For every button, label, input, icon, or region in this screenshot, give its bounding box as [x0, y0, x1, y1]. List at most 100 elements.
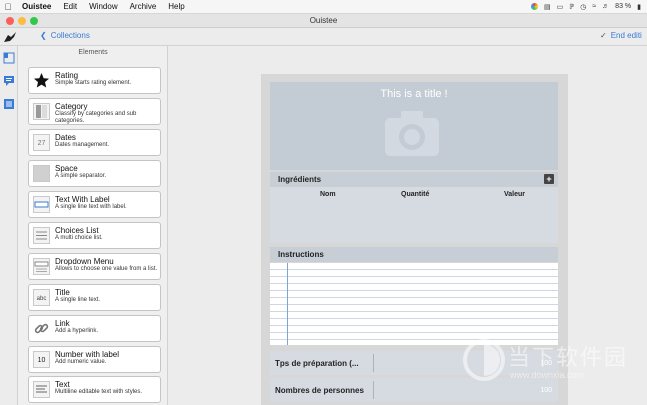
element-name: Text With Label [55, 195, 110, 204]
element-desc: A single line text with label. [55, 204, 127, 210]
category-icon [33, 103, 50, 120]
element-desc: Add a hyperlink. [55, 328, 99, 334]
apple-menu-icon[interactable]:  [0, 2, 16, 12]
close-window-button[interactable] [6, 17, 14, 25]
ouistee-logo-icon [3, 30, 17, 44]
rich-text-icon [33, 381, 50, 398]
element-choices-list[interactable]: Choices List A multi choice list. [28, 222, 161, 249]
element-name: Text [55, 380, 70, 389]
minimize-window-button[interactable] [18, 17, 26, 25]
volume-icon[interactable]: ♬ [602, 3, 609, 10]
column-header-quantite: Quantité [401, 191, 430, 198]
field-separator [373, 354, 374, 372]
camera-icon[interactable] [383, 108, 441, 160]
back-to-collections-button[interactable]: ❮ Collections [40, 31, 90, 40]
calendar-icon: 27 [33, 134, 50, 151]
menu-archive[interactable]: Archive [124, 2, 163, 11]
element-desc: Classify by categories and sub categorie… [55, 111, 137, 124]
element-number-with-label[interactable]: 10 Number with label Add numeric value. [28, 346, 161, 373]
window-titlebar: Ouistee [0, 14, 647, 28]
element-space[interactable]: Space A simple separator. [28, 160, 161, 187]
element-dropdown-menu[interactable]: Dropdown Menu Allows to choose one value… [28, 253, 161, 280]
link-icon [33, 320, 50, 337]
end-editing-button[interactable]: ✓ End editi [600, 31, 642, 40]
ingredients-table[interactable]: Nom Quantité Valeur [270, 187, 558, 243]
battery-icon[interactable]: ▮ [637, 3, 641, 11]
airplay-icon[interactable]: ▭ [557, 3, 564, 11]
checkmark-icon: ✓ [600, 31, 607, 40]
column-header-valeur: Valeur [504, 191, 526, 198]
left-icon-rail [0, 46, 18, 405]
field-label: Nombres de personnes [275, 386, 364, 395]
notes-margin-line [287, 263, 288, 345]
element-link[interactable]: Link Add a hyperlink. [28, 315, 161, 342]
element-desc: Multiline editable text with styles. [55, 389, 143, 395]
wifi-icon[interactable]: ≈ [592, 3, 596, 10]
watermark: 当下软件园 www.downxia.com [462, 338, 632, 388]
field-value[interactable]: 100 [540, 387, 552, 394]
watermark-logo-icon [463, 339, 505, 381]
watermark-url: www.downxia.com [510, 370, 585, 380]
element-desc: A single line text. [55, 297, 101, 303]
element-desc: Add numeric value. [55, 359, 107, 365]
field-label: Tps de préparation (... [275, 359, 359, 368]
element-desc: Simple starts rating element. [55, 80, 132, 86]
element-desc: A simple separator. [55, 173, 107, 179]
element-rating[interactable]: Rating Simple starts rating element. [28, 67, 161, 94]
status-area: ▤ ▭ ℙ ◷ ≈ ♬ 83 % ▮ [531, 3, 647, 11]
element-name: Dropdown Menu [55, 257, 114, 266]
element-title[interactable]: abc Title A single line text. [28, 284, 161, 311]
element-desc: A multi choice list. [55, 235, 103, 241]
bluetooth-icon[interactable]: ℙ [569, 3, 574, 11]
chevron-left-icon: ❮ [40, 31, 47, 40]
element-category[interactable]: Category Classify by categories and sub … [28, 98, 161, 125]
watermark-text: 当下软件园 [508, 346, 629, 371]
window-title: Ouistee [309, 16, 338, 25]
panel-title: Elements [78, 49, 108, 56]
element-name: Number with label [55, 350, 120, 359]
title-icon: abc [33, 289, 50, 306]
end-edit-label: End editi [610, 31, 642, 40]
element-name: Category [55, 102, 88, 111]
element-text-with-label[interactable]: Text With Label A single line text with … [28, 191, 161, 218]
field-separator [373, 381, 374, 399]
comment-tab-icon[interactable] [3, 74, 15, 86]
elements-panel: Elements Rating Simple starts rating ele… [18, 46, 168, 405]
menu-help[interactable]: Help [162, 2, 190, 11]
clock-icon[interactable]: ◷ [580, 3, 586, 11]
element-desc: Allows to choose one value from a list. [55, 266, 158, 272]
ingredients-header: Ingrédients + [270, 172, 558, 187]
menu-edit[interactable]: Edit [57, 2, 83, 11]
element-name: Rating [55, 71, 79, 80]
separator-icon [33, 165, 50, 182]
element-name: Title [55, 288, 70, 297]
element-name: Dates [55, 133, 76, 142]
back-label: Collections [50, 31, 90, 40]
layout-tab-icon[interactable] [3, 52, 15, 64]
element-name: Link [55, 319, 70, 328]
ingredients-title: Ingrédients [278, 175, 322, 184]
star-icon [33, 72, 50, 89]
number-stepper-icon: 10 [33, 351, 50, 368]
title-image-block[interactable]: This is a title ! [270, 82, 558, 170]
list-tab-icon[interactable] [3, 98, 15, 110]
choices-list-icon [33, 227, 50, 244]
dropdown-icon [33, 258, 50, 275]
document-title[interactable]: This is a title ! [270, 88, 558, 100]
instructions-textarea[interactable] [270, 263, 558, 345]
color-wheel-icon[interactable] [531, 3, 539, 10]
docs-icon[interactable]: ▤ [544, 3, 551, 11]
toolbar: ❮ Collections ✓ End editi [0, 28, 647, 46]
battery-percent: 83 % [615, 3, 632, 10]
menu-bar:  Ouistee Edit Window Archive Help ▤ ▭ ℙ… [0, 0, 647, 14]
element-name: Space [55, 164, 78, 173]
element-name: Choices List [55, 226, 99, 235]
text-field-icon [33, 196, 50, 213]
element-text[interactable]: Text Multiline editable text with styles… [28, 376, 161, 403]
menu-app[interactable]: Ouistee [16, 2, 57, 11]
element-dates[interactable]: 27 Dates Dates management. [28, 129, 161, 156]
menu-window[interactable]: Window [83, 2, 123, 11]
zoom-window-button[interactable] [30, 17, 38, 25]
add-row-button[interactable]: + [544, 174, 554, 184]
window-controls [6, 17, 38, 25]
